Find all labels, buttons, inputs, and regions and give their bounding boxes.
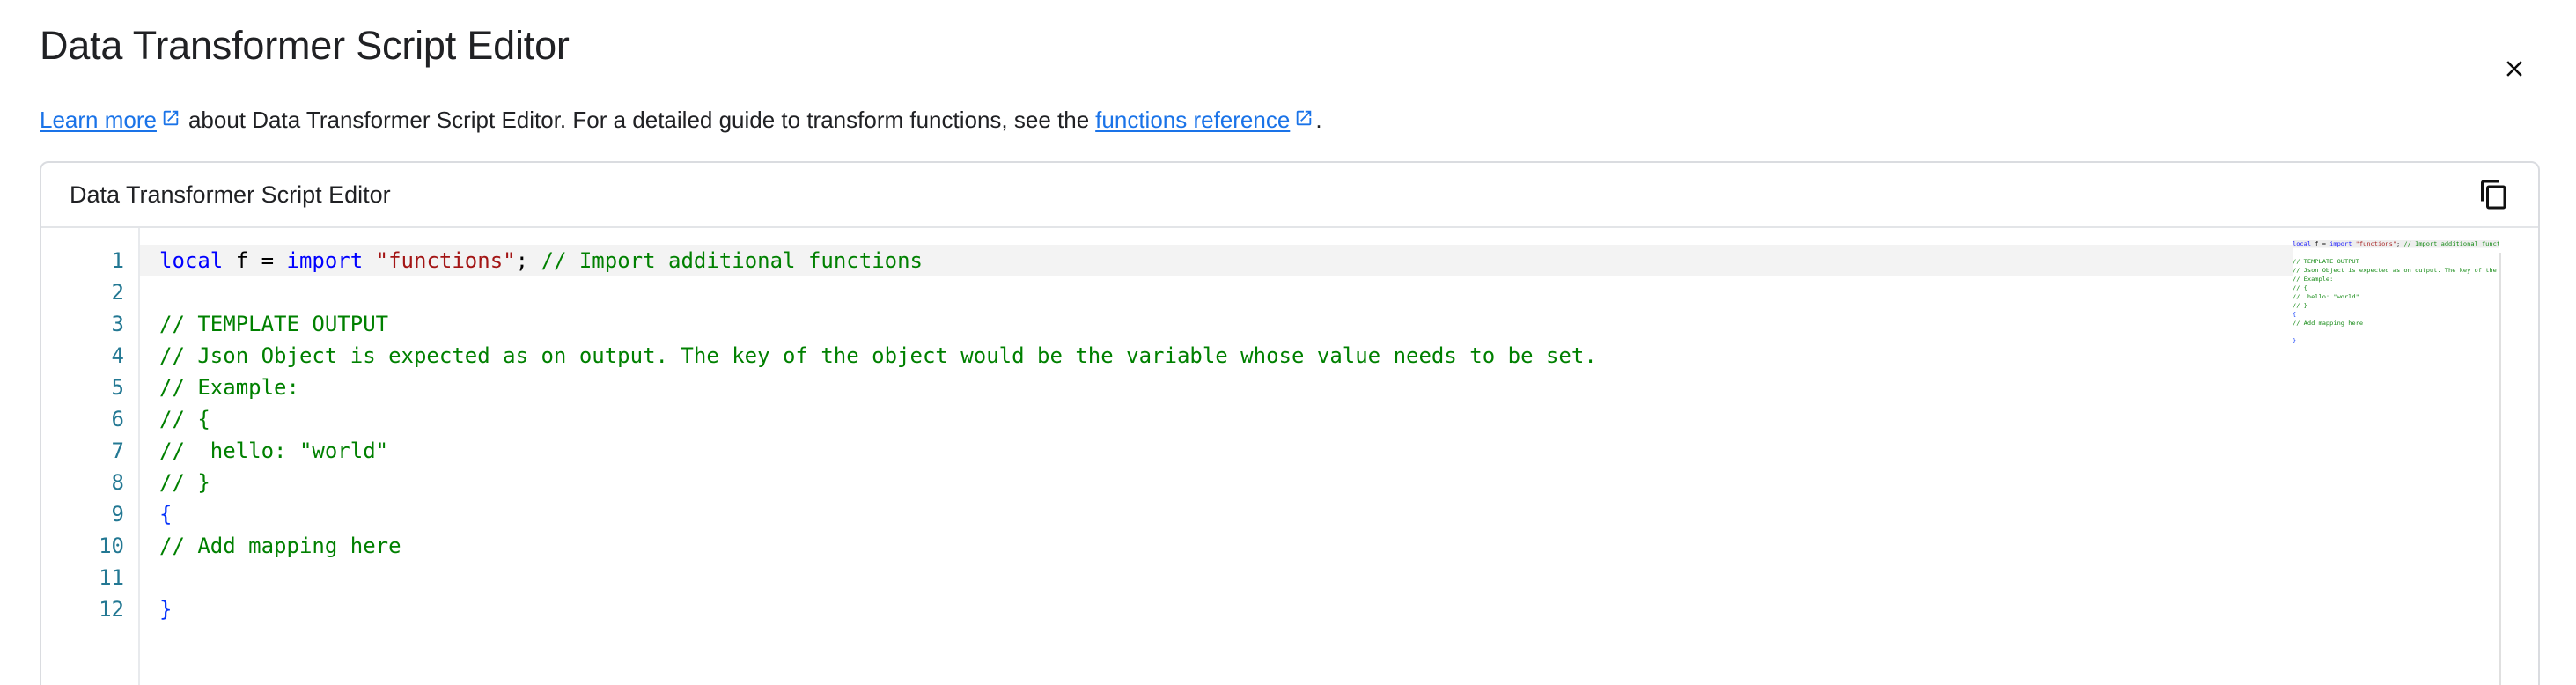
line-number: 4 (111, 343, 124, 368)
code-token: ; (515, 248, 529, 273)
code-token: // Add mapping here (159, 534, 401, 558)
code-line[interactable]: // hello: "world" (140, 435, 2538, 467)
minimap-token: // Json Object is expected as on output.… (2293, 267, 2497, 274)
minimap-token: "functions" (2355, 240, 2397, 247)
card-title: Data Transformer Script Editor (70, 180, 391, 208)
line-number: 9 (111, 502, 124, 527)
code-token: // Json Object is expected as on output.… (159, 343, 1597, 368)
code-token: // Import additional functions (528, 248, 924, 273)
minimap-line: // Add mapping here (2293, 320, 2499, 328)
code-line[interactable]: // TEMPLATE OUTPUT (140, 308, 2538, 340)
line-number: 10 (99, 534, 124, 558)
minimap-line: // } (2293, 302, 2499, 310)
code-line[interactable]: { (140, 498, 2538, 530)
editor-minimap[interactable]: local f = import "functions"; // Import … (2293, 228, 2499, 685)
minimap-token: // hello: "world" (2293, 293, 2359, 300)
card-header: Data Transformer Script Editor (41, 163, 2538, 228)
line-number-gutter: 1 2 3 4 5 6 7 8 9 10 11 12 (41, 228, 138, 685)
code-token: "functions" (375, 248, 516, 273)
line-number: 2 (111, 280, 124, 305)
minimap-line: // TEMPLATE OUTPUT (2293, 258, 2499, 266)
functions-reference-link[interactable]: functions reference (1095, 106, 1290, 134)
copy-icon (2478, 179, 2510, 210)
external-link-icon (161, 108, 180, 128)
code-line[interactable]: local f = import "functions"; // Import … (140, 245, 2538, 276)
minimap-token: // TEMPLATE OUTPUT (2293, 258, 2359, 265)
code-token: import (286, 248, 364, 273)
code-line[interactable]: // Add mapping here (140, 530, 2538, 562)
learn-more-link[interactable]: Learn more (40, 106, 157, 134)
minimap-line: // Example: (2293, 276, 2499, 284)
code-line[interactable]: // Json Object is expected as on output.… (140, 340, 2538, 372)
line-number: 6 (111, 407, 124, 431)
external-link-icon-2 (1294, 108, 1314, 128)
minimap-token: // } (2293, 302, 2307, 309)
code-token: f = (223, 248, 287, 273)
code-token: // Example: (159, 375, 299, 400)
minimap-token: local (2293, 240, 2312, 247)
minimap-token: { (2293, 311, 2297, 318)
code-line[interactable] (140, 562, 2538, 593)
minimap-line: // hello: "world" (2293, 293, 2499, 301)
code-token: local (159, 248, 224, 273)
minimap-token: // Add mapping here (2293, 320, 2364, 327)
code-line[interactable] (140, 276, 2538, 308)
code-editor[interactable]: 1 2 3 4 5 6 7 8 9 10 11 12 local f = imp… (41, 228, 2538, 685)
minimap-token: // Import additional functions (2403, 240, 2499, 247)
code-token: { (159, 502, 173, 527)
script-editor-card: Data Transformer Script Editor 1 2 3 4 5… (40, 161, 2540, 685)
line-number: 12 (99, 597, 124, 622)
minimap-token: f = (2311, 240, 2330, 247)
code-line[interactable]: // } (140, 467, 2538, 498)
minimap-token: // Example: (2293, 276, 2334, 283)
minimap-line: } (2293, 337, 2499, 345)
minimap-token: import (2329, 240, 2352, 247)
code-line[interactable]: // Example: (140, 372, 2538, 403)
dialog-root: Data Transformer Script Editor Learn mor… (0, 0, 2576, 685)
minimap-line (2293, 249, 2499, 257)
minimap-divider (2499, 253, 2501, 685)
code-token: } (159, 597, 173, 622)
minimap-line: { (2293, 311, 2499, 319)
line-number: 8 (111, 470, 124, 495)
line-number: 11 (99, 565, 124, 590)
minimap-line: // { (2293, 284, 2499, 292)
subtitle: Learn more about Data Transformer Script … (40, 106, 1322, 134)
copy-button[interactable] (2471, 172, 2517, 217)
close-icon (2501, 55, 2528, 82)
minimap-line: local f = import "functions"; // Import … (2293, 240, 2499, 248)
code-token: // hello: "world" (159, 438, 389, 463)
code-token: // TEMPLATE OUTPUT (159, 312, 389, 336)
code-line[interactable]: // { (140, 403, 2538, 435)
line-number: 7 (111, 438, 124, 463)
line-number: 1 (111, 248, 124, 273)
minimap-line (2293, 328, 2499, 336)
subtitle-middle-text: about Data Transformer Script Editor. Fo… (188, 107, 1090, 133)
line-number: 3 (111, 312, 124, 336)
minimap-token: // { (2293, 284, 2307, 291)
page-title: Data Transformer Script Editor (40, 23, 570, 68)
minimap-line: // Json Object is expected as on output.… (2293, 267, 2499, 275)
code-token: // { (159, 407, 210, 431)
code-token: // } (159, 470, 210, 495)
minimap-token: } (2293, 337, 2297, 344)
code-line[interactable]: } (140, 593, 2538, 625)
line-number: 5 (111, 375, 124, 400)
close-button[interactable] (2495, 49, 2534, 88)
code-content[interactable]: local f = import "functions"; // Import … (138, 228, 2538, 685)
subtitle-period: . (1315, 107, 1322, 133)
